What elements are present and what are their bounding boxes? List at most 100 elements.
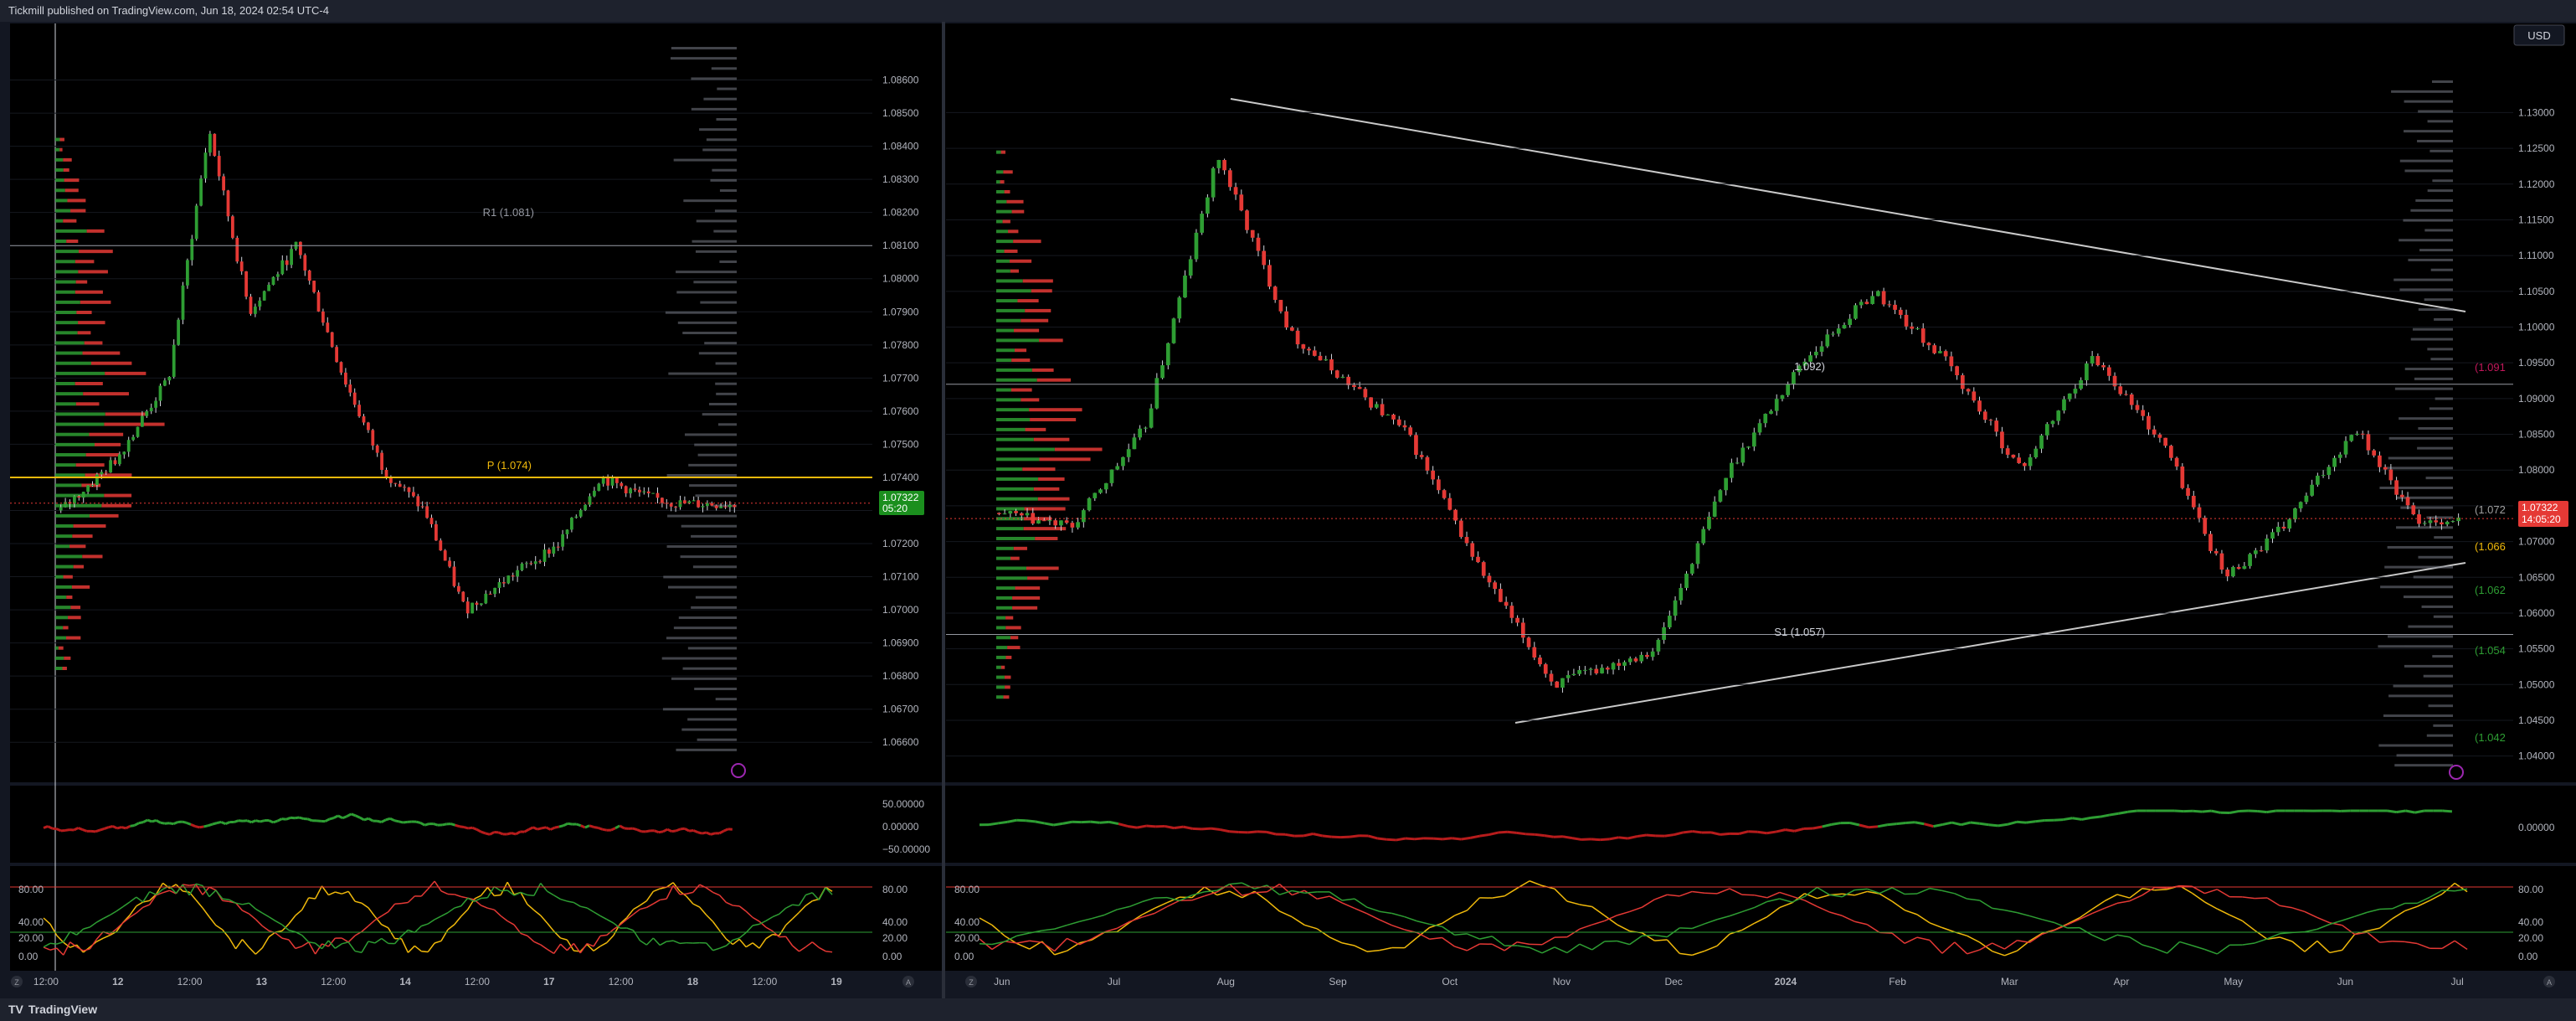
oscillator-segment bbox=[1933, 822, 1943, 828]
price-tick-label: 1.07200 bbox=[882, 538, 919, 549]
price-tick-label: 1.06900 bbox=[882, 637, 919, 649]
right-osc-pane[interactable] bbox=[946, 786, 2513, 863]
time-tick-label: 12:00 bbox=[177, 976, 203, 987]
oscillator-segment bbox=[246, 819, 252, 824]
right-stoch-pane[interactable] bbox=[946, 866, 2513, 971]
candle-body bbox=[1481, 562, 1486, 576]
stochastic-segment bbox=[1254, 890, 1267, 894]
stochastic-segment bbox=[222, 898, 229, 900]
oscillator-segment bbox=[1432, 837, 1443, 841]
oscillator-segment bbox=[1757, 830, 1767, 835]
oscillator-segment bbox=[1053, 822, 1063, 827]
stochastic-segment bbox=[1642, 934, 1655, 937]
candle-body bbox=[1036, 520, 1041, 524]
oscillator-segment bbox=[1525, 833, 1535, 836]
candle-body bbox=[2147, 415, 2151, 430]
candle-body bbox=[1154, 378, 1159, 409]
oscillator-segment bbox=[2100, 813, 2110, 818]
volume-profile-bar bbox=[75, 260, 95, 264]
volume-profile-bar bbox=[996, 497, 1038, 501]
candle-body bbox=[203, 152, 208, 179]
volume-profile-bar bbox=[996, 685, 1005, 689]
left-stoch-pane[interactable] bbox=[10, 866, 872, 971]
left-price-axis[interactable] bbox=[872, 23, 946, 782]
volume-profile-bar bbox=[55, 646, 59, 650]
candle-body bbox=[2106, 367, 2111, 376]
oscillator-segment bbox=[147, 818, 152, 823]
volume-profile-bar bbox=[77, 331, 91, 335]
candle-body bbox=[425, 506, 429, 518]
candle-body bbox=[529, 563, 533, 565]
candle-body bbox=[1493, 582, 1498, 590]
candle-body bbox=[2005, 448, 2010, 455]
tradingview-logo-icon[interactable]: TV bbox=[8, 998, 23, 1021]
brand-name[interactable]: TradingView bbox=[28, 1003, 97, 1016]
candle-body bbox=[2450, 521, 2455, 523]
stoch-axis-label-left: 80.00 bbox=[18, 884, 44, 895]
volume-profile-bar bbox=[714, 209, 737, 213]
oscillator-segment bbox=[1386, 838, 1396, 842]
candle-body bbox=[638, 489, 641, 492]
candle-body bbox=[380, 452, 383, 471]
volume-profile-bar bbox=[2427, 348, 2453, 351]
candle-body bbox=[475, 602, 479, 606]
volume-profile-bar bbox=[1011, 358, 1031, 363]
volume-profile-bar bbox=[671, 47, 737, 49]
time-tick-label: Jul bbox=[1108, 976, 1120, 987]
candle-body bbox=[303, 255, 307, 271]
oscillator-segment bbox=[1136, 824, 1147, 829]
oscillator-segment bbox=[363, 817, 369, 822]
time-tick-label: Nov bbox=[1553, 976, 1571, 987]
price-tick-label: 1.07000 bbox=[882, 604, 919, 616]
candle-body bbox=[1617, 663, 1622, 666]
volume-profile-bar bbox=[78, 321, 105, 325]
candle-body bbox=[2044, 424, 2049, 436]
time-tick-label: 2024 bbox=[1775, 976, 1797, 987]
candle-body bbox=[2073, 389, 2078, 394]
oscillator-segment bbox=[130, 824, 135, 828]
candle-body bbox=[520, 563, 524, 570]
oscillator-segment bbox=[2202, 809, 2212, 813]
volume-profile-bar bbox=[666, 637, 737, 640]
candle-body bbox=[1994, 420, 1999, 432]
volume-profile-bar bbox=[2428, 704, 2453, 708]
currency-label: USD bbox=[2527, 29, 2550, 42]
candle-body bbox=[1949, 356, 1954, 367]
candle-body bbox=[2332, 457, 2337, 467]
candle-body bbox=[1267, 265, 1272, 287]
chart-canvas[interactable]: 1.08600 1.08500 1.08400 1.08300 1.08200 1.081… bbox=[0, 22, 2576, 998]
volume-profile-bar bbox=[2391, 90, 2453, 93]
right-main-pane[interactable] bbox=[946, 23, 2513, 782]
volume-profile-bar bbox=[996, 318, 1021, 322]
volume-profile-bar bbox=[996, 536, 1036, 540]
candle-body bbox=[1622, 662, 1627, 666]
candle-body bbox=[1391, 415, 1396, 420]
volume-profile-bar bbox=[2396, 526, 2453, 529]
stoch-axis-label-left: 80.00 bbox=[954, 884, 979, 895]
stochastic-segment bbox=[2379, 908, 2393, 910]
candle-body bbox=[1870, 296, 1874, 304]
volume-profile-bar bbox=[2417, 446, 2453, 450]
candle-body bbox=[2378, 455, 2382, 467]
price-tick-label: 1.07800 bbox=[882, 339, 919, 351]
oscillator-segment bbox=[1571, 837, 1582, 841]
volume-profile-bar bbox=[666, 474, 737, 477]
left-main-pane[interactable] bbox=[10, 23, 872, 782]
candle-body bbox=[661, 498, 664, 503]
volume-profile-bar bbox=[2394, 764, 2453, 767]
volume-profile-bar bbox=[104, 422, 165, 426]
candle-body bbox=[1222, 160, 1226, 171]
candle-body bbox=[429, 518, 434, 524]
volume-profile-bar bbox=[2388, 456, 2453, 460]
oscillator-segment bbox=[160, 821, 166, 825]
right-zoom-glyph: Z bbox=[969, 978, 974, 987]
volume-profile-bar bbox=[2386, 467, 2453, 470]
volume-profile-bar bbox=[2408, 258, 2453, 261]
candle-body bbox=[2197, 507, 2202, 518]
volume-profile-bar bbox=[996, 358, 1012, 363]
candle-body bbox=[525, 563, 528, 565]
candle-body bbox=[235, 237, 239, 262]
volume-profile-bar bbox=[55, 199, 68, 203]
volume-profile-bar bbox=[2433, 724, 2453, 727]
candle-body bbox=[1499, 589, 1503, 602]
